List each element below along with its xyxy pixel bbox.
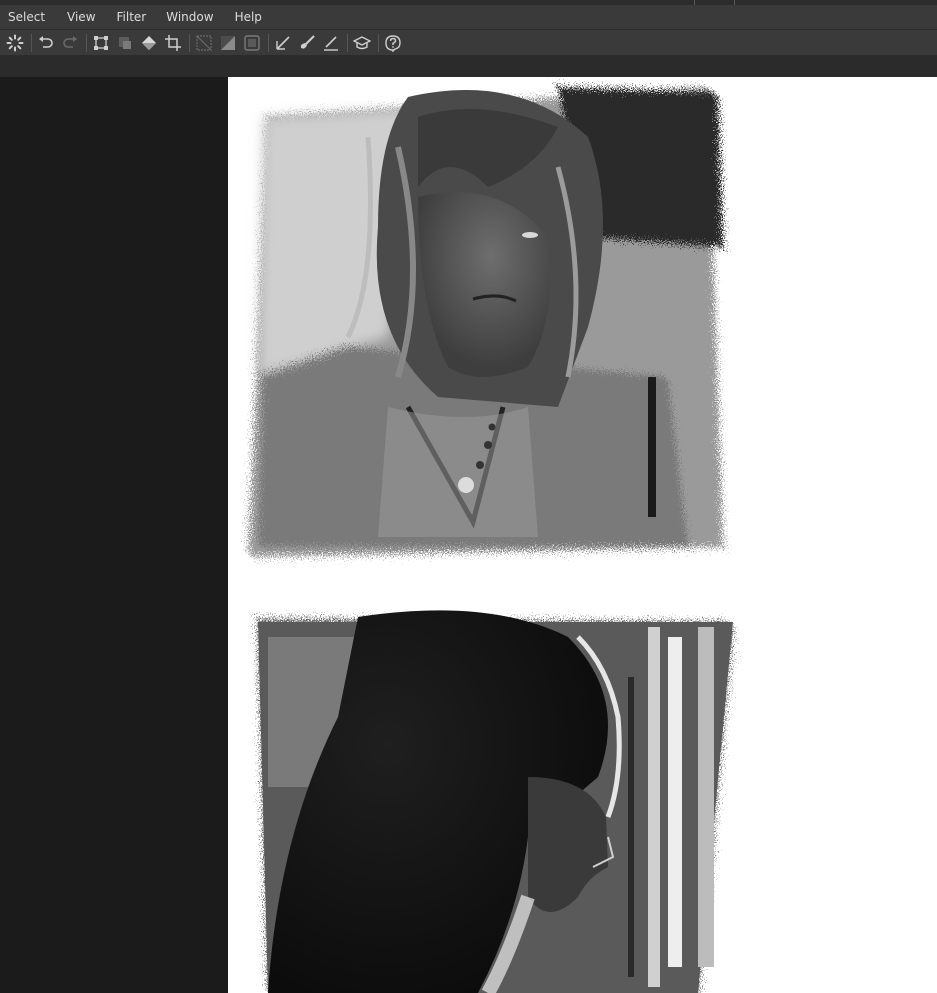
workspace[interactable] xyxy=(0,77,937,993)
tool-options-bar xyxy=(0,55,937,77)
toolbar-separator xyxy=(31,33,32,52)
frame-icon[interactable] xyxy=(241,32,263,54)
artboard-canvas[interactable] xyxy=(228,77,937,993)
ruler-icon[interactable] xyxy=(272,32,294,54)
toolbar xyxy=(0,30,937,55)
redo-icon[interactable] xyxy=(59,32,81,54)
help-icon[interactable] xyxy=(382,32,404,54)
toolbar-separator xyxy=(378,33,379,52)
artwork xyxy=(248,87,733,993)
toolbar-separator xyxy=(268,33,269,52)
painting-bottom xyxy=(258,610,733,993)
gradient-fill-icon[interactable] xyxy=(217,32,239,54)
toolbar-separator xyxy=(347,33,348,52)
menu-help[interactable]: Help xyxy=(222,5,270,29)
fill-bucket-icon[interactable] xyxy=(138,32,160,54)
selection-mask-icon[interactable] xyxy=(114,32,136,54)
brush-icon[interactable] xyxy=(296,32,318,54)
undo-icon[interactable] xyxy=(35,32,57,54)
menu-view[interactable]: View xyxy=(53,5,103,29)
eraser-line-icon[interactable] xyxy=(320,32,342,54)
menu-bar: Select View Filter Window Help xyxy=(0,5,937,30)
menu-window[interactable]: Window xyxy=(154,5,221,29)
gradient-icon[interactable] xyxy=(193,32,215,54)
toolbar-separator xyxy=(189,33,190,52)
tutorial-cap-icon[interactable] xyxy=(351,32,373,54)
loading-spinner-icon[interactable] xyxy=(4,32,26,54)
menu-select[interactable]: Select xyxy=(0,5,53,29)
transform-icon[interactable] xyxy=(90,32,112,54)
crop-icon[interactable] xyxy=(162,32,184,54)
toolbar-separator xyxy=(86,33,87,52)
painting-top xyxy=(248,87,723,557)
menu-filter[interactable]: Filter xyxy=(104,5,155,29)
